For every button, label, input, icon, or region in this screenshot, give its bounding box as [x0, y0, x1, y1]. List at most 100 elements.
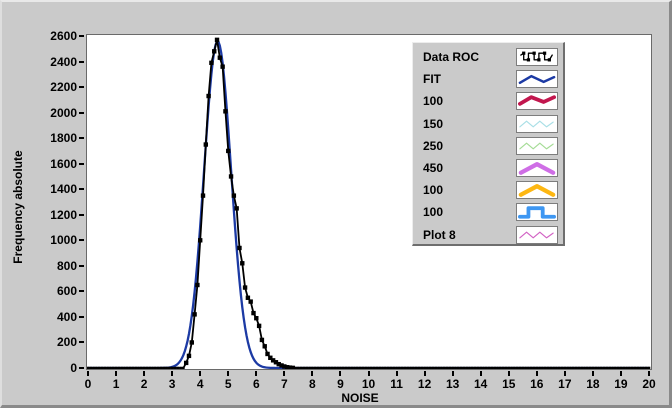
- legend-line-style-icon[interactable]: [516, 225, 558, 244]
- data-point-marker: [259, 337, 265, 343]
- x-tick-mark: [367, 371, 370, 376]
- legend-line-style-icon[interactable]: [516, 114, 558, 133]
- legend-item-label: 100: [423, 205, 444, 220]
- legend-item[interactable]: 150: [413, 113, 563, 135]
- legend-item-label: 150: [423, 116, 444, 131]
- data-point-marker: [87, 366, 90, 369]
- data-point-marker: [322, 366, 325, 369]
- data-point-marker: [220, 64, 225, 69]
- x-tick-mark: [423, 371, 426, 376]
- data-point-marker: [513, 366, 516, 369]
- data-point-marker: [179, 366, 182, 369]
- legend-item-label: 250: [423, 138, 444, 153]
- data-point-marker: [294, 366, 297, 369]
- data-point-marker: [605, 366, 609, 369]
- x-tick-label: 0: [84, 377, 92, 391]
- x-tick-mark: [535, 371, 538, 376]
- x-tick-label: 10: [361, 377, 376, 391]
- data-point-marker: [381, 366, 384, 369]
- data-point-marker: [571, 366, 575, 369]
- legend-item[interactable]: 100: [413, 179, 563, 201]
- data-point-marker: [248, 299, 253, 304]
- data-point-marker: [186, 353, 192, 359]
- x-tick-mark: [619, 371, 622, 376]
- legend-line-style-icon[interactable]: [516, 136, 558, 155]
- data-point-marker: [226, 148, 231, 154]
- legend-line-style-icon[interactable]: [516, 159, 558, 178]
- y-tick-label: 1200: [50, 207, 77, 222]
- data-point-marker: [602, 366, 606, 369]
- x-tick-label: 9: [337, 377, 344, 391]
- legend-item[interactable]: FIT: [413, 68, 563, 90]
- data-point-marker: [535, 366, 539, 369]
- legend-item[interactable]: Data ROC: [413, 46, 563, 68]
- data-point-marker: [234, 206, 239, 211]
- plot-canvas[interactable]: [87, 35, 651, 369]
- data-point-marker: [501, 366, 505, 369]
- data-point-marker: [350, 366, 353, 369]
- data-point-marker: [555, 366, 558, 369]
- data-point-marker: [165, 366, 168, 369]
- legend-item-label: 100: [423, 183, 444, 198]
- legend-item[interactable]: 250: [413, 135, 563, 157]
- y-tick-label: 800: [56, 258, 77, 273]
- data-point-marker: [600, 366, 603, 369]
- data-point-marker: [594, 366, 598, 369]
- y-tick-mark: [79, 188, 84, 191]
- data-point-marker: [591, 366, 595, 369]
- data-point-marker: [560, 366, 564, 369]
- data-point-marker: [454, 366, 457, 369]
- data-point-marker: [515, 366, 519, 369]
- data-point-marker: [636, 366, 640, 369]
- data-point-marker: [456, 366, 460, 369]
- data-point-marker: [574, 366, 578, 369]
- y-tick-label: 1000: [50, 233, 77, 248]
- data-point-marker: [231, 193, 237, 198]
- data-point-marker: [106, 366, 109, 369]
- plot-legend[interactable]: Data ROC FIT 100 150 250 450 100 100 Plot 8: [412, 42, 565, 246]
- legend-item[interactable]: Plot 8: [413, 224, 563, 246]
- y-tick-mark: [79, 86, 84, 89]
- y-axis-title: Frequency absolute: [11, 150, 25, 264]
- data-point-marker: [442, 366, 446, 369]
- legend-line-style-icon[interactable]: [516, 70, 558, 89]
- data-point-marker: [134, 366, 137, 369]
- data-point-marker: [128, 366, 132, 369]
- data-point-marker: [311, 366, 314, 369]
- plot-area[interactable]: [86, 34, 652, 370]
- data-point-marker: [487, 366, 491, 369]
- data-point-marker: [254, 316, 259, 321]
- legend-item[interactable]: 450: [413, 157, 563, 179]
- legend-line-style-icon[interactable]: [516, 48, 558, 67]
- data-point-marker: [223, 109, 228, 114]
- data-point-marker: [398, 366, 401, 369]
- legend-item[interactable]: 100: [413, 201, 563, 223]
- x-tick-label: 6: [252, 377, 260, 391]
- data-point-marker: [100, 366, 104, 369]
- data-point-marker: [482, 366, 485, 369]
- data-point-marker: [622, 366, 626, 369]
- y-tick-mark: [79, 315, 84, 318]
- data-point-marker: [212, 49, 217, 54]
- legend-item-label: 450: [423, 161, 444, 176]
- y-tick-label: 2400: [50, 54, 77, 69]
- legend-line-style-icon[interactable]: [516, 181, 558, 200]
- y-tick-mark: [79, 111, 84, 114]
- x-tick-label: 15: [502, 377, 516, 391]
- data-point-marker: [333, 366, 337, 369]
- data-point-marker: [403, 366, 407, 369]
- x-tick-mark: [87, 371, 89, 376]
- x-tick-mark: [171, 371, 174, 376]
- data-point-marker: [308, 366, 311, 369]
- legend-item[interactable]: 100: [413, 90, 563, 112]
- data-point-marker: [137, 366, 140, 369]
- data-point-marker: [313, 366, 317, 369]
- legend-line-style-icon[interactable]: [516, 203, 558, 222]
- data-point-marker: [496, 366, 499, 369]
- legend-line-style-icon[interactable]: [516, 92, 558, 111]
- data-point-marker: [182, 366, 185, 369]
- data-point-marker: [237, 245, 242, 251]
- data-point-marker: [361, 366, 365, 369]
- data-point-marker: [302, 366, 306, 369]
- data-point-marker: [417, 366, 421, 369]
